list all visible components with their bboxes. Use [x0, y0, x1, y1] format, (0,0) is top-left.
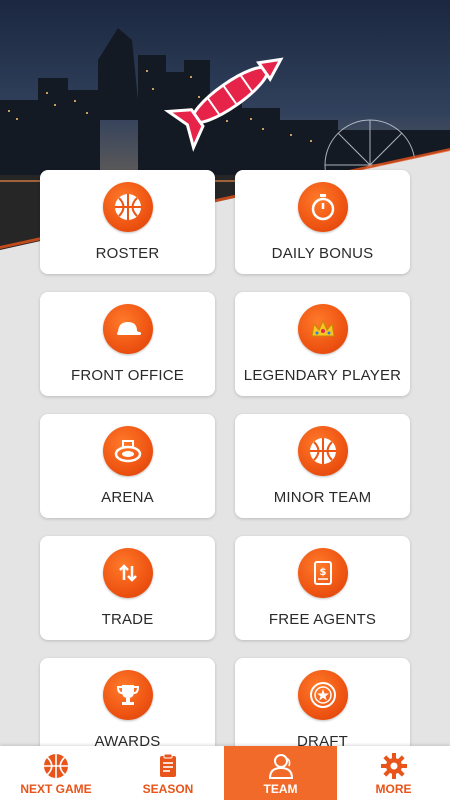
- arena-card[interactable]: ARENA: [40, 414, 215, 518]
- tab-team-label: TEAM: [263, 782, 298, 796]
- draft-seal-icon: [310, 682, 336, 708]
- roster-card[interactable]: ROSTER: [40, 170, 215, 274]
- front-office-icon-circle: [103, 304, 153, 354]
- basketball-icon: [44, 754, 68, 778]
- tab-season-label: SEASON: [142, 782, 194, 796]
- arena-icon-circle: [103, 426, 153, 476]
- legendary-player-icon-circle: [298, 304, 348, 354]
- basketball-icon: [115, 194, 141, 220]
- draft-icon-circle: [298, 670, 348, 720]
- tab-next-game[interactable]: NEXT GAME: [0, 746, 112, 800]
- tab-more-label: MORE: [375, 782, 412, 796]
- tab-next-game-label: NEXT GAME: [20, 782, 92, 796]
- daily-bonus-icon-circle: [298, 182, 348, 232]
- crown-icon: [311, 319, 335, 337]
- roster-icon-circle: [103, 182, 153, 232]
- trade-arrows-icon: [119, 564, 137, 582]
- daily-bonus-label: DAILY BONUS: [271, 245, 374, 262]
- tab-more[interactable]: MORE: [337, 746, 450, 800]
- tab-season[interactable]: SEASON: [112, 746, 224, 800]
- arena-label: ARENA: [101, 489, 154, 506]
- svg-text:$: $: [320, 567, 327, 578]
- minor-team-icon-circle: [298, 426, 348, 476]
- bottom-tab-bar: NEXT GAME SEASON TEAM MORE: [0, 746, 450, 800]
- team-person-icon: [268, 754, 293, 779]
- arena-icon: [114, 440, 142, 463]
- roster-label: ROSTER: [95, 245, 160, 262]
- daily-bonus-card[interactable]: DAILY BONUS: [235, 170, 410, 274]
- legendary-player-card[interactable]: LEGENDARY PLAYER: [235, 292, 410, 396]
- contract-icon: $: [314, 561, 332, 585]
- stopwatch-icon: [311, 194, 335, 221]
- cap-icon: [117, 322, 141, 335]
- legendary-player-label: LEGENDARY PLAYER: [243, 367, 402, 384]
- minor-team-label: MINOR TEAM: [273, 489, 372, 506]
- front-office-label: FRONT OFFICE: [71, 367, 184, 384]
- clipboard-icon: [160, 753, 176, 777]
- free-agents-icon-circle: $: [298, 548, 348, 598]
- trade-card[interactable]: TRADE: [40, 536, 215, 640]
- trade-icon-circle: [103, 548, 153, 598]
- minor-team-card[interactable]: MINOR TEAM: [235, 414, 410, 518]
- free-agents-card[interactable]: $ FREE AGENTS: [235, 536, 410, 640]
- tab-team[interactable]: TEAM: [224, 746, 337, 800]
- basketball-icon: [310, 438, 336, 464]
- front-office-card[interactable]: FRONT OFFICE: [40, 292, 215, 396]
- awards-icon-circle: [103, 670, 153, 720]
- trophy-icon: [116, 685, 140, 705]
- gear-icon: [380, 753, 407, 779]
- trade-label: TRADE: [101, 611, 154, 628]
- free-agents-label: FREE AGENTS: [268, 611, 377, 628]
